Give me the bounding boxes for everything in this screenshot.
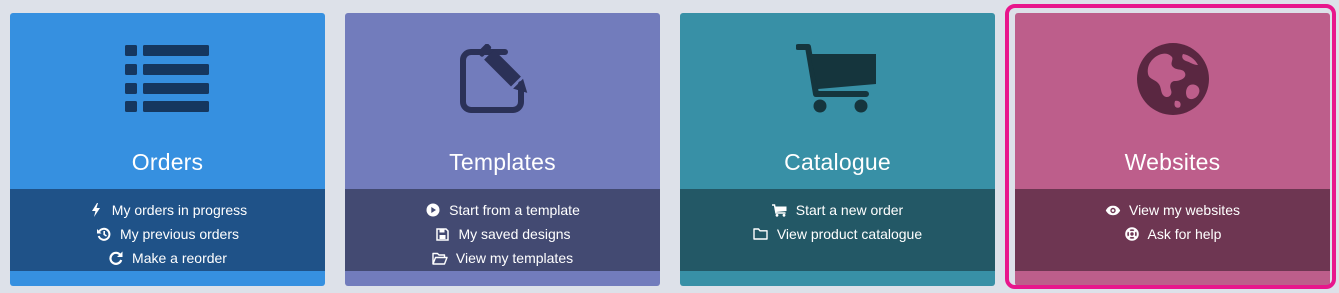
card-links: My orders in progress My previous orders… [10,189,325,271]
link-my-previous-orders[interactable]: My previous orders [96,222,239,246]
globe-icon [1015,41,1330,117]
edit-icon [345,41,660,117]
card-footer [345,271,660,286]
link-view-my-websites[interactable]: View my websites [1105,198,1240,222]
card-catalogue[interactable]: Catalogue Start a new order View product… [680,13,995,286]
card-orders[interactable]: Orders My orders in progress My previous… [10,13,325,286]
link-make-a-reorder[interactable]: Make a reorder [108,246,227,270]
link-label: Start a new order [795,202,904,218]
bolt-icon [88,202,104,218]
card-links: View my websites Ask for help [1015,189,1330,271]
link-my-saved-designs[interactable]: My saved designs [434,222,571,246]
link-view-product-catalogue[interactable]: View product catalogue [753,222,922,246]
card-templates[interactable]: Templates Start from a template My saved… [345,13,660,286]
card-orders-header[interactable]: Orders [10,13,325,189]
link-label: My orders in progress [111,202,248,218]
card-links: Start from a template My saved designs V… [345,189,660,271]
card-title: Catalogue [784,149,891,175]
link-label: Ask for help [1147,226,1222,242]
link-ask-for-help[interactable]: Ask for help [1124,222,1222,246]
history-icon [96,226,112,242]
card-websites[interactable]: Websites View my websites Ask for help [1015,13,1330,286]
link-start-from-a-template[interactable]: Start from a template [425,198,580,222]
floppy-disk-icon [434,226,450,242]
link-label: My saved designs [458,226,571,242]
link-label: View product catalogue [776,226,923,242]
eye-icon [1105,202,1121,218]
card-websites-header[interactable]: Websites [1015,13,1330,189]
link-my-orders-in-progress[interactable]: My orders in progress [88,198,247,222]
link-label: Start from a template [449,202,580,218]
card-footer [10,271,325,286]
card-links: Start a new order View product catalogue [680,189,995,271]
folder-icon [753,226,769,242]
shopping-cart-icon [680,41,995,117]
refresh-icon [108,250,124,266]
card-catalogue-header[interactable]: Catalogue [680,13,995,189]
folder-open-icon [432,250,448,266]
card-title: Templates [449,149,556,175]
list-icon [10,41,325,117]
card-footer [1015,271,1330,286]
play-circle-icon [425,202,441,218]
card-templates-header[interactable]: Templates [345,13,660,189]
link-label: Make a reorder [132,250,227,266]
link-label: View my templates [455,250,574,266]
life-ring-icon [1124,226,1140,242]
cart-icon [772,202,788,218]
card-footer [680,271,995,286]
link-label: My previous orders [119,226,240,242]
link-start-a-new-order[interactable]: Start a new order [772,198,903,222]
link-view-my-templates[interactable]: View my templates [432,246,573,270]
card-title: Orders [131,149,204,175]
link-label: View my websites [1128,202,1240,218]
card-title: Websites [1124,149,1221,175]
